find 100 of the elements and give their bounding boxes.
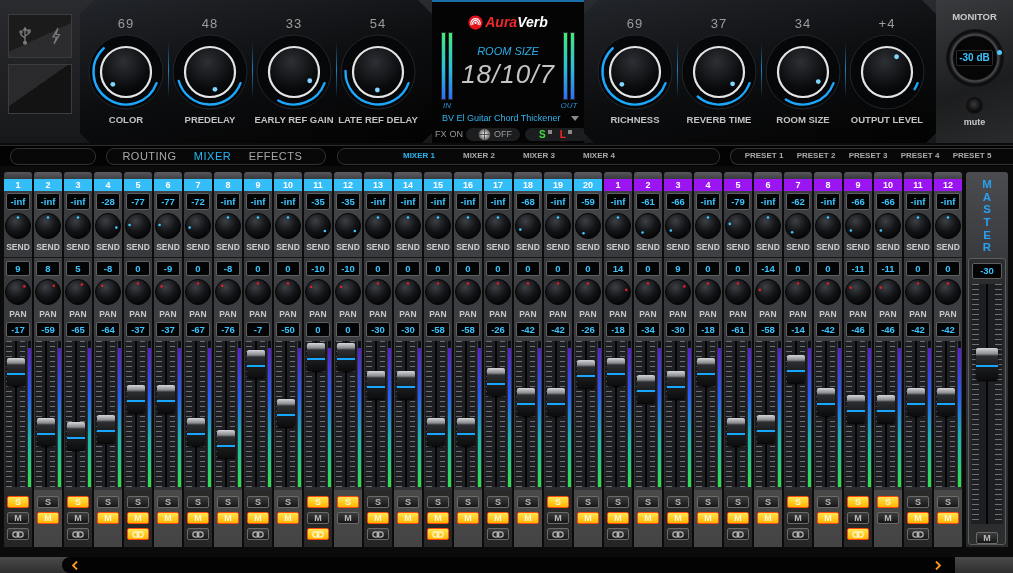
- fader-cap[interactable]: [877, 395, 895, 424]
- fader-track[interactable]: [785, 341, 807, 487]
- fader-track[interactable]: [545, 341, 567, 487]
- solo-button[interactable]: S: [457, 496, 479, 508]
- solo-button[interactable]: S: [187, 496, 209, 508]
- channel-number[interactable]: 8: [814, 179, 842, 191]
- fader-track[interactable]: [35, 341, 57, 487]
- channel-number[interactable]: 6: [754, 179, 782, 191]
- preset-tab[interactable]: PRESET 4: [894, 150, 946, 162]
- fader-cap[interactable]: [367, 370, 385, 399]
- solo-button[interactable]: S: [727, 496, 749, 508]
- solo-button[interactable]: S: [907, 496, 929, 508]
- fader-cap[interactable]: [787, 355, 805, 384]
- fader-track[interactable]: [605, 341, 627, 487]
- parameter-knob[interactable]: [340, 34, 416, 110]
- solo-button[interactable]: S: [637, 496, 659, 508]
- fader-cap[interactable]: [97, 415, 115, 444]
- mute-button[interactable]: M: [847, 512, 869, 524]
- mute-button[interactable]: M: [976, 532, 998, 544]
- fader-track[interactable]: [875, 341, 897, 487]
- monitor-knob[interactable]: -30 dB: [945, 29, 1004, 87]
- fader-cap[interactable]: [187, 417, 205, 446]
- mixer-tab[interactable]: MIXER 3: [509, 150, 569, 162]
- channel-number[interactable]: 7: [784, 179, 812, 191]
- fader-track[interactable]: [245, 341, 267, 487]
- channel-number[interactable]: 3: [664, 179, 692, 191]
- fader-cap[interactable]: [577, 359, 595, 388]
- fx-toggle[interactable]: [478, 128, 491, 141]
- fader-track[interactable]: [485, 341, 507, 487]
- link-button[interactable]: [547, 528, 569, 540]
- fader-track[interactable]: [515, 341, 537, 487]
- fader-cap[interactable]: [157, 384, 175, 413]
- fader-track[interactable]: [425, 341, 447, 487]
- link-button[interactable]: [67, 528, 89, 540]
- link-button[interactable]: [907, 528, 929, 540]
- preset-tab[interactable]: PRESET 2: [790, 150, 842, 162]
- fader-cap[interactable]: [547, 388, 565, 417]
- chevron-right-icon[interactable]: [935, 560, 941, 570]
- link-button[interactable]: [607, 528, 629, 540]
- fader-cap[interactable]: [487, 368, 505, 397]
- fader-cap[interactable]: [817, 388, 835, 417]
- mute-button[interactable]: M: [7, 512, 29, 524]
- fader-track[interactable]: [905, 341, 927, 487]
- solo-button[interactable]: S: [247, 496, 269, 508]
- channel-number[interactable]: 9: [844, 179, 872, 191]
- link-button[interactable]: [487, 528, 509, 540]
- solo-button[interactable]: S: [397, 496, 419, 508]
- fader-track[interactable]: [635, 341, 657, 487]
- channel-number[interactable]: 11: [904, 179, 932, 191]
- channel-number[interactable]: 12: [934, 179, 962, 191]
- fader-cap[interactable]: [727, 417, 745, 446]
- mixer-tab[interactable]: MIXER 4: [569, 150, 629, 162]
- fader-track[interactable]: [215, 341, 237, 487]
- solo-button[interactable]: S: [667, 496, 689, 508]
- fader-cap[interactable]: [976, 348, 998, 381]
- fader-cap[interactable]: [247, 350, 265, 379]
- link-button[interactable]: [367, 528, 389, 540]
- link-button[interactable]: [127, 528, 149, 540]
- fader-cap[interactable]: [337, 343, 355, 372]
- preset-tab[interactable]: PRESET 1: [738, 150, 790, 162]
- solo-button[interactable]: S: [367, 496, 389, 508]
- mute-button[interactable]: M: [67, 512, 89, 524]
- fader-cap[interactable]: [277, 398, 295, 427]
- fader-cap[interactable]: [427, 417, 445, 446]
- fader-track[interactable]: [971, 284, 1003, 524]
- parameter-knob[interactable]: [681, 34, 757, 110]
- solo-button[interactable]: S: [697, 496, 719, 508]
- preset-dropdown[interactable]: BV El Guitar Chord Thickener: [432, 111, 584, 125]
- solo-button[interactable]: S: [487, 496, 509, 508]
- parameter-knob[interactable]: [256, 34, 332, 110]
- parameter-knob[interactable]: [849, 34, 925, 110]
- link-button[interactable]: [307, 528, 329, 540]
- fader-track[interactable]: [65, 341, 87, 487]
- fader-cap[interactable]: [847, 395, 865, 424]
- mixer-tab[interactable]: MIXER 2: [449, 150, 509, 162]
- fader-cap[interactable]: [37, 417, 55, 446]
- fader-track[interactable]: [125, 341, 147, 487]
- mute-button[interactable]: M: [307, 512, 329, 524]
- channel-number[interactable]: 5: [724, 179, 752, 191]
- fader-track[interactable]: [935, 341, 957, 487]
- mute-button[interactable]: M: [877, 512, 899, 524]
- fader-cap[interactable]: [907, 388, 925, 417]
- solo-button[interactable]: S: [97, 496, 119, 508]
- fader-cap[interactable]: [607, 357, 625, 386]
- preset-tab[interactable]: PRESET 5: [946, 150, 998, 162]
- link-button[interactable]: [427, 528, 449, 540]
- solo-button[interactable]: S: [277, 496, 299, 508]
- solo-button[interactable]: S: [157, 496, 179, 508]
- fader-cap[interactable]: [217, 429, 235, 458]
- fader-track[interactable]: [275, 341, 297, 487]
- parameter-knob[interactable]: [597, 34, 673, 110]
- link-button[interactable]: [727, 528, 749, 540]
- parameter-knob[interactable]: [765, 34, 841, 110]
- fader-cap[interactable]: [637, 375, 655, 404]
- link-button[interactable]: [187, 528, 209, 540]
- fader-cap[interactable]: [667, 370, 685, 399]
- fader-track[interactable]: [455, 341, 477, 487]
- preset-tab[interactable]: PRESET 3: [842, 150, 894, 162]
- view-tab[interactable]: MIXER: [181, 149, 244, 163]
- channel-number[interactable]: 4: [694, 179, 722, 191]
